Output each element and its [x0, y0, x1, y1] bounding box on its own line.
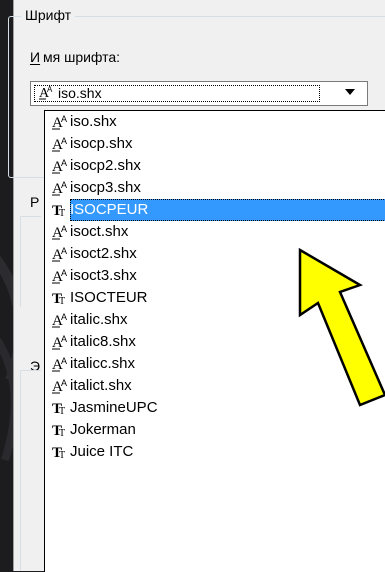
svg-text:A: A — [61, 180, 67, 190]
list-item-label: isocp3.shx — [70, 179, 141, 196]
shx-font-icon: AA — [52, 157, 69, 179]
shx-font-icon: AA — [52, 113, 69, 135]
shx-font-icon: AA — [52, 333, 69, 355]
style-groupbox — [20, 216, 41, 307]
truetype-font-icon: TT — [52, 201, 69, 223]
shx-font-icon: AA — [52, 245, 69, 267]
list-item-label: JasmineUPC — [70, 399, 158, 416]
svg-text:T: T — [59, 428, 65, 438]
list-item[interactable]: T T Juice ITC — [45, 441, 385, 463]
font-name-label: мя шрифта: — [43, 49, 121, 65]
svg-text:A: A — [47, 85, 53, 94]
list-item-label: ISOCPEUR — [70, 201, 149, 218]
truetype-font-icon: TT — [52, 421, 69, 443]
svg-text:T: T — [59, 406, 65, 416]
svg-text:T: T — [59, 450, 65, 460]
chevron-down-icon[interactable] — [345, 89, 355, 95]
list-item[interactable]: A Aisocp.shx — [45, 133, 385, 155]
shx-font-icon: AA — [52, 377, 69, 399]
list-item[interactable]: T T Jokerman — [45, 419, 385, 441]
list-item-label: italict.shx — [70, 377, 132, 394]
list-item[interactable]: A Aisocp3.shx — [45, 177, 385, 199]
font-name-combobox[interactable]: AA iso.shx — [30, 81, 368, 106]
svg-text:A: A — [61, 356, 67, 366]
svg-text:A: A — [61, 378, 67, 388]
svg-text:A: A — [61, 334, 67, 344]
list-item-label: isocp2.shx — [70, 157, 141, 174]
list-item[interactable]: A Aisoct.shx — [45, 221, 385, 243]
effects-groupbox — [20, 370, 41, 571]
svg-text:A: A — [61, 158, 67, 168]
list-item-label: italic.shx — [70, 311, 128, 328]
truetype-font-icon: TT — [52, 399, 69, 421]
list-item-label: italic8.shx — [70, 333, 136, 350]
shx-font-icon: AA — [52, 135, 69, 157]
svg-text:A: A — [61, 224, 67, 234]
list-item[interactable]: A Aisocp2.shx — [45, 155, 385, 177]
list-item-label: italicc.shx — [70, 355, 136, 372]
truetype-font-icon: TT — [52, 443, 69, 465]
list-item-selected[interactable]: T T ISOCPEUR — [45, 199, 385, 221]
shx-font-icon: AA — [52, 267, 69, 289]
yellow-annotation-arrow — [298, 247, 385, 407]
svg-text:A: A — [61, 246, 67, 256]
svg-text:A: A — [61, 268, 67, 278]
svg-text:T: T — [59, 296, 65, 306]
list-item-label: isoct3.shx — [70, 267, 137, 284]
list-item-label: isoct.shx — [70, 223, 129, 240]
list-item-label: Juice ITC — [70, 443, 134, 460]
shx-font-icon: AA — [52, 355, 69, 377]
background-label-r: Р — [30, 194, 40, 210]
font-name-value: iso.shx — [58, 85, 102, 101]
font-group-title: Шрифт — [21, 7, 76, 23]
list-item-label: ISOCTEUR — [70, 289, 148, 306]
list-item-label: Jokerman — [70, 421, 136, 438]
list-item[interactable]: A Aiso.shx — [45, 111, 385, 133]
list-item-label: isocp.shx — [70, 135, 133, 152]
svg-text:A: A — [61, 312, 67, 322]
svg-text:A: A — [61, 114, 67, 124]
shx-font-icon: AA — [52, 223, 69, 245]
svg-text:A: A — [61, 136, 67, 146]
svg-text:T: T — [59, 208, 65, 218]
shx-font-icon: AA — [39, 84, 55, 105]
shx-font-icon: AA — [52, 179, 69, 201]
list-item-label: iso.shx — [70, 113, 117, 130]
list-item-label: isoct2.shx — [70, 245, 137, 262]
font-name-label-mnemonic: И — [30, 49, 41, 65]
shx-font-icon: AA — [52, 311, 69, 333]
truetype-font-icon: TT — [52, 289, 69, 311]
